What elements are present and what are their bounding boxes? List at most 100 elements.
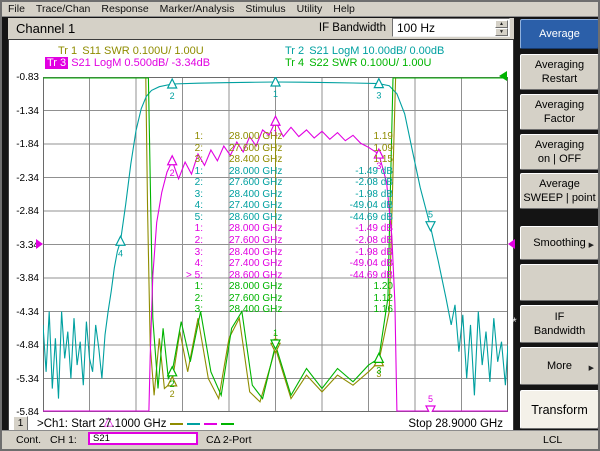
marker-3-number-t2: 3: [376, 91, 381, 101]
softkey-averaging-on-off[interactable]: Averagingon | OFF: [520, 134, 599, 170]
status-bar: Cont. CH 1: S21 CΔ 2-Port LCL: [2, 430, 598, 449]
active-trace-dash-icon: [221, 423, 234, 425]
marker-5-number-t3: 5: [428, 394, 433, 404]
channel-title: Channel 1: [16, 21, 75, 36]
if-bandwidth-label: IF Bandwidth: [319, 22, 386, 34]
trace-legend: Tr 4 S22 SWR 0.100U/ 1.00U: [283, 57, 432, 69]
softkey-label: Averaging: [535, 98, 584, 112]
softkey-average[interactable]: Average: [520, 19, 599, 49]
softkey-label: Factor: [544, 112, 575, 126]
trace-legend-text: S11 SWR 0.100U/ 1.00U: [79, 45, 204, 57]
trace-id-badge[interactable]: Tr 1: [56, 45, 79, 57]
softkey-more[interactable]: More▶: [520, 347, 599, 385]
softkey-label: Bandwidth: [534, 324, 585, 338]
marker-1-symbol-t3: [271, 116, 280, 125]
menu-item-marker-analysis[interactable]: Marker/Analysis: [160, 3, 235, 15]
trace-id-badge[interactable]: Tr 3: [45, 57, 68, 69]
marker-num: > 5:: [157, 270, 203, 281]
menu-item-utility[interactable]: Utility: [297, 3, 323, 15]
active-trace-dash-icon: [170, 423, 183, 425]
if-bandwidth-input[interactable]: 100 Hz ▲ ▼: [392, 18, 510, 37]
active-trace-dash-icon: [204, 423, 217, 425]
tr4-offscale-arrow-icon: [499, 71, 507, 81]
marker-readout-row: 1:28.000 GHz-1.49 dB: [9, 166, 513, 178]
active-trace-dash-icon: [187, 423, 200, 425]
trace-id-badge[interactable]: Tr 4: [283, 57, 306, 69]
marker-num: 3:: [157, 247, 203, 258]
softkey-label: SWEEP | point: [523, 191, 595, 205]
marker-val: -1.49 dB: [307, 223, 393, 234]
marker-readout-row: 4:27.400 GHz-49.04 dB: [9, 200, 513, 212]
marker-readout-row: 5:28.600 GHz-44.69 dB: [9, 212, 513, 224]
softkey-label: Averaging: [535, 138, 584, 152]
softkey-blank[interactable]: [520, 264, 599, 301]
softkey-averaging-restart[interactable]: AveragingRestart: [520, 54, 599, 90]
y-axis-tick-label: -5.34: [9, 374, 39, 385]
marker-1-number-t4: 1: [273, 328, 278, 338]
marker-2-number-t1: 2: [170, 389, 175, 399]
stop-frequency-label: Stop 28.9000 GHz: [408, 418, 503, 430]
analyzer-window: File Trace/Chan Response Marker/Analysis Sti…: [0, 0, 600, 451]
softkey-averaging-factor[interactable]: AveragingFactor: [520, 94, 599, 130]
if-bandwidth-value: 100 Hz: [397, 21, 435, 35]
if-bandwidth-modified-star: *: [512, 315, 517, 329]
trace-legend: Tr 3 S21 LogM 0.500dB/ -3.34dB: [45, 57, 210, 69]
softkey-label: Average: [539, 177, 580, 191]
marker-val: -2.08 dB: [307, 235, 393, 246]
softkey-if-bandwidth[interactable]: IFBandwidth: [520, 305, 599, 343]
marker-val: 1.19: [307, 131, 393, 142]
marker-1-number-t2: 1: [273, 89, 278, 99]
marker-num: 3:: [157, 154, 203, 165]
marker-readout-row: 3:28.400 GHz-1.98 dB: [9, 189, 513, 201]
marker-readout-row: 3:28.400 GHz-1.98 dB: [9, 247, 513, 259]
marker-val: -49.04 dB: [307, 200, 393, 211]
channel-status-label: CH 1:: [50, 434, 77, 446]
spinner-up-icon[interactable]: ▲: [495, 20, 508, 28]
marker-readout-row: 3:28.400 GHz1.15: [9, 154, 513, 166]
menu-item-file[interactable]: File: [8, 3, 25, 15]
marker-num: 1:: [157, 281, 203, 292]
marker-readout-row: 4:27.400 GHz-49.04 dB: [9, 258, 513, 270]
local-remote-status: LCL: [543, 434, 562, 446]
start-frequency-label: >Ch1: Start 27.1000 GHz: [37, 418, 234, 430]
softkey-smoothing[interactable]: Smoothing▶: [520, 226, 599, 260]
softkey-label: Transform: [531, 403, 588, 417]
menu-item-response[interactable]: Response: [101, 3, 148, 15]
menu-item-stimulus[interactable]: Stimulus: [245, 3, 285, 15]
marker-readout-row: 1:28.000 GHz-1.49 dB: [9, 223, 513, 235]
submenu-arrow-icon: ▶: [589, 362, 594, 376]
marker-val: -1.49 dB: [307, 166, 393, 177]
marker-num: 4:: [157, 258, 203, 269]
channel-toolbar: Channel 1 IF Bandwidth 100 Hz ▲ ▼: [8, 18, 514, 39]
trace-id-badge[interactable]: Tr 2: [283, 45, 306, 57]
marker-num: 5:: [157, 212, 203, 223]
marker-val: 1.09: [307, 143, 393, 154]
softkey-label: Averaging: [535, 58, 584, 72]
chart-panel: Tr 1 S11 SWR 0.100U/ 1.00UTr 2 S21 LogM …: [8, 39, 514, 432]
softkey-transform[interactable]: Transform: [520, 390, 599, 429]
submenu-arrow-icon: ▶: [589, 239, 594, 253]
marker-num: 2:: [157, 143, 203, 154]
marker-3-symbol-t4: [374, 353, 383, 362]
marker-val: 1.20: [307, 281, 393, 292]
marker-num: 4:: [157, 200, 203, 211]
marker-3-number-t4: 3: [376, 365, 381, 375]
marker-readout-row: 2:27.600 GHz1.12: [9, 293, 513, 305]
marker-val: 1.16: [307, 304, 393, 315]
marker-2-number-t4: 2: [170, 379, 175, 389]
marker-num: 2:: [157, 293, 203, 304]
calibration-status: CΔ 2-Port: [206, 434, 252, 446]
marker-val: -1.98 dB: [307, 247, 393, 258]
measurement-selector[interactable]: S21: [88, 432, 198, 445]
menu-item-help[interactable]: Help: [333, 3, 355, 15]
softkey-average-sweep-point[interactable]: AverageSWEEP | point: [520, 173, 599, 209]
menu-item-trace-chan[interactable]: Trace/Chan: [36, 3, 90, 15]
marker-readout-row: 2:27.600 GHz1.09: [9, 143, 513, 155]
marker-num: 1:: [157, 223, 203, 234]
softkey-label: IF: [555, 310, 565, 324]
menu-bar: File Trace/Chan Response Marker/Analysis Sti…: [2, 2, 598, 17]
spinner-down-icon[interactable]: ▼: [495, 28, 508, 36]
trace-legend-text: S22 SWR 0.100U/ 1.00U: [306, 57, 431, 69]
softkey-label: Average: [539, 27, 580, 41]
channel-number-box: 1: [13, 416, 28, 431]
